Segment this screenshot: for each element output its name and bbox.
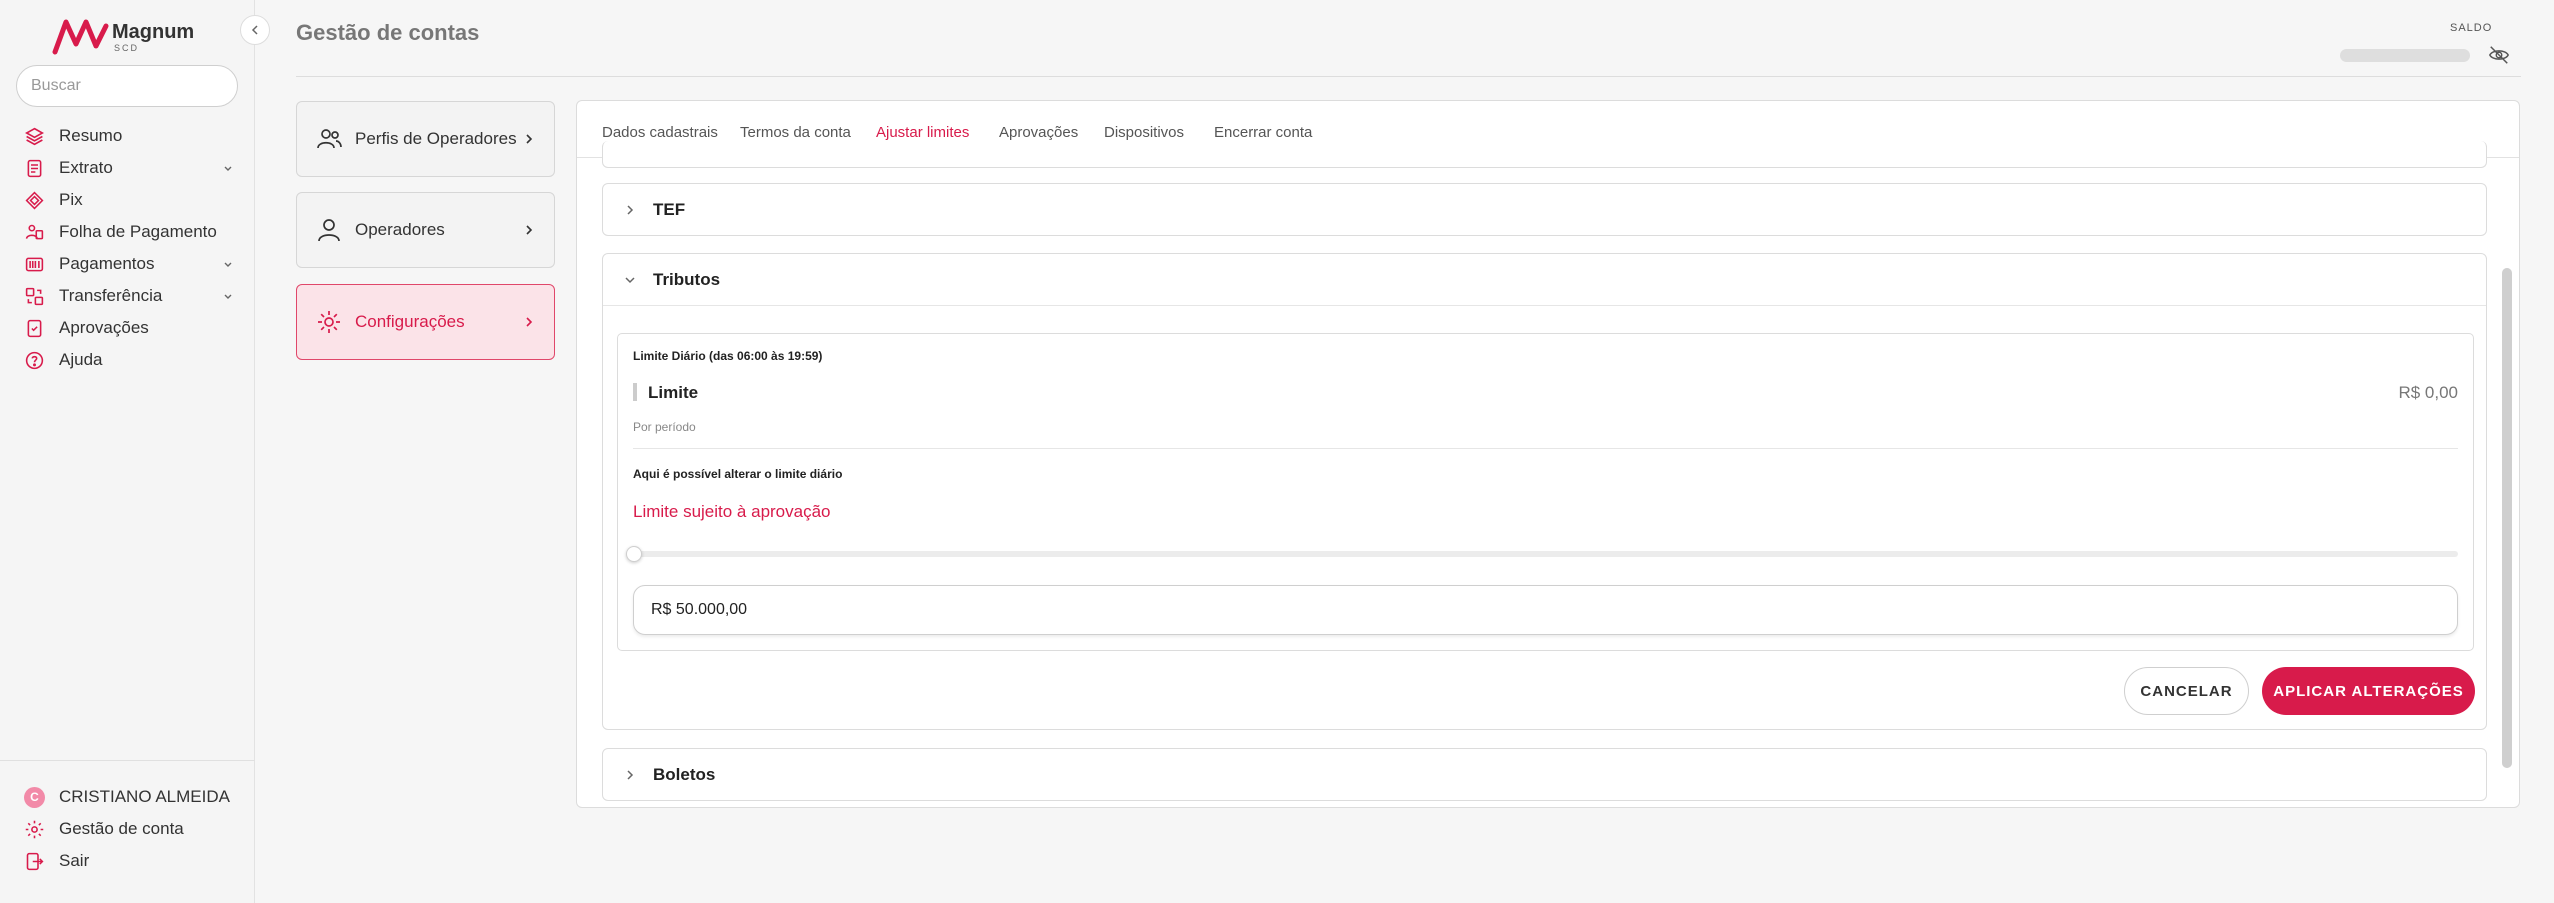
document-icon <box>27 159 42 177</box>
chevron-right-icon <box>627 770 634 780</box>
approval-icon <box>27 319 42 337</box>
sidebar-item-pagamentos[interactable]: Pagamentos <box>24 248 234 280</box>
gear-icon <box>25 820 44 838</box>
scrollbar[interactable] <box>2502 268 2512 768</box>
magnum-logo-mark-icon <box>52 19 109 55</box>
logout-button[interactable]: Sair <box>24 845 231 877</box>
daily-limit-card: Limite Diário (das 06:00 às 19:59) Limit… <box>617 333 2474 651</box>
limit-slider-thumb[interactable] <box>626 546 642 562</box>
logout-icon <box>26 852 44 870</box>
sidebar-item-ajuda[interactable]: Ajuda <box>24 344 234 376</box>
user-name: CRISTIANO ALMEIDA <box>59 787 230 806</box>
saldo-label: SALDO <box>2450 22 2493 34</box>
tab-dispositivos[interactable]: Dispositivos <box>1104 124 1184 141</box>
sidebar-nav: Resumo Extrato Pix Folha de Pagamento Pa… <box>24 120 234 376</box>
limit-slider-track[interactable] <box>633 551 2458 557</box>
tab-encerrar-conta[interactable]: Encerrar conta <box>1214 124 1312 141</box>
gear-icon <box>318 311 340 333</box>
tab-dados-cadastrais[interactable]: Dados cadastrais <box>602 124 718 141</box>
sidebar-item-resumo[interactable]: Resumo <box>24 120 234 152</box>
sidebar-item-label: Resumo <box>59 126 123 145</box>
sidebar-footer: C CRISTIANO ALMEIDA Gestão de conta Sair <box>0 760 255 877</box>
search-input[interactable] <box>16 65 238 107</box>
accordion-tributos-header[interactable]: Tributos <box>603 254 2486 306</box>
help-icon <box>25 351 44 369</box>
sidebar-item-label: Sair <box>59 851 90 870</box>
sidebar-item-label: Extrato <box>59 158 113 177</box>
limit-accent-bar <box>633 383 637 401</box>
sidebar-item-label: Gestão de conta <box>59 819 184 838</box>
header-divider <box>296 76 2521 77</box>
menu-item-label: Operadores <box>355 220 445 239</box>
chevron-right-icon <box>627 205 634 215</box>
eye-off-icon[interactable] <box>2488 44 2510 66</box>
chevron-right-icon <box>526 225 533 235</box>
brand-sub: SCD <box>114 43 140 53</box>
sidebar-item-aprovacoes[interactable]: Aprovações <box>24 312 234 344</box>
chevron-left-icon <box>251 25 258 35</box>
menu-item-label: Configurações <box>355 312 465 331</box>
limit-value: R$ 0,00 <box>2398 383 2458 402</box>
user-icon <box>318 219 340 242</box>
limit-period: Por período <box>633 420 696 434</box>
chevron-right-icon <box>526 134 533 144</box>
chevron-down-icon <box>625 276 635 283</box>
sidebar-item-label: Pagamentos <box>59 254 155 273</box>
menu-configuracoes[interactable]: Configurações <box>296 284 555 360</box>
sidebar-item-label: Transferência <box>59 286 163 305</box>
collapse-sidebar-button[interactable] <box>240 15 270 45</box>
accordion-boletos: Boletos <box>602 748 2487 801</box>
accordion-tributos: Tributos Limite Diário (das 06:00 às 19:… <box>602 253 2487 730</box>
sidebar-item-folha-de-pagamento[interactable]: Folha de Pagamento <box>24 216 234 248</box>
avatar: C <box>24 786 45 808</box>
accordion-previous <box>602 141 2487 168</box>
tab-aprovacoes[interactable]: Aprovações <box>999 124 1078 141</box>
accordion-title: TEF <box>653 200 686 219</box>
menu-perfis-de-operadores[interactable]: Perfis de Operadores <box>296 101 555 177</box>
payroll-icon <box>25 224 44 239</box>
cancel-button[interactable]: CANCELAR <box>2124 667 2249 715</box>
limit-amount-input[interactable] <box>633 585 2458 635</box>
sidebar-item-label: Ajuda <box>59 350 103 369</box>
sidebar: Magnum SCD Resumo Extrato Pix Folha de P… <box>0 0 270 903</box>
sidebar-item-label: Folha de Pagamento <box>59 222 217 241</box>
accordion-tef-header[interactable]: TEF <box>603 184 2486 236</box>
divider <box>633 448 2458 449</box>
chevron-right-icon <box>526 317 533 327</box>
limit-header: Limite Diário (das 06:00 às 19:59) <box>633 349 823 363</box>
accordion-title: Tributos <box>653 269 721 289</box>
brand-name: Magnum <box>112 21 195 43</box>
sidebar-item-label: Aprovações <box>59 318 149 337</box>
magnum-logo[interactable]: Magnum SCD <box>52 16 212 58</box>
chevron-down-icon <box>224 166 232 171</box>
users-icon <box>317 129 342 149</box>
pix-icon <box>25 191 44 209</box>
transfer-icon <box>25 287 44 305</box>
scrollbar-thumb[interactable] <box>2502 268 2512 768</box>
saldo-hidden-value <box>2340 49 2470 62</box>
approval-notice: Limite sujeito à aprovação <box>633 502 831 521</box>
sidebar-item-transferencia[interactable]: Transferência <box>24 280 234 312</box>
limit-label: Limite <box>648 383 699 402</box>
tab-ajustar-limites[interactable]: Ajustar limites <box>876 124 969 141</box>
chevron-down-icon <box>224 294 232 299</box>
accordion-boletos-header[interactable]: Boletos <box>603 749 2486 801</box>
accordion-title: Boletos <box>653 765 716 784</box>
sidebar-item-gestao-de-conta[interactable]: Gestão de conta <box>24 813 231 845</box>
apply-changes-button[interactable]: APLICAR ALTERAÇÕES <box>2262 667 2475 715</box>
accordion-tef: TEF <box>602 183 2487 236</box>
sidebar-item-extrato[interactable]: Extrato <box>24 152 234 184</box>
layers-icon <box>25 127 44 145</box>
menu-item-label: Perfis de Operadores <box>355 129 517 148</box>
barcode-icon <box>25 257 44 271</box>
user-profile[interactable]: C CRISTIANO ALMEIDA <box>24 781 231 813</box>
menu-operadores[interactable]: Operadores <box>296 192 555 268</box>
sidebar-item-pix[interactable]: Pix <box>24 184 234 216</box>
sidebar-item-label: Pix <box>59 190 83 209</box>
tab-termos-da-conta[interactable]: Termos da conta <box>740 124 851 141</box>
settings-panel: Dados cadastrais Termos da conta Ajustar… <box>576 100 2520 808</box>
limit-info: Aqui é possível alterar o limite diário <box>633 467 843 481</box>
page-title: Gestão de contas <box>296 20 480 45</box>
chevron-down-icon <box>224 262 232 267</box>
